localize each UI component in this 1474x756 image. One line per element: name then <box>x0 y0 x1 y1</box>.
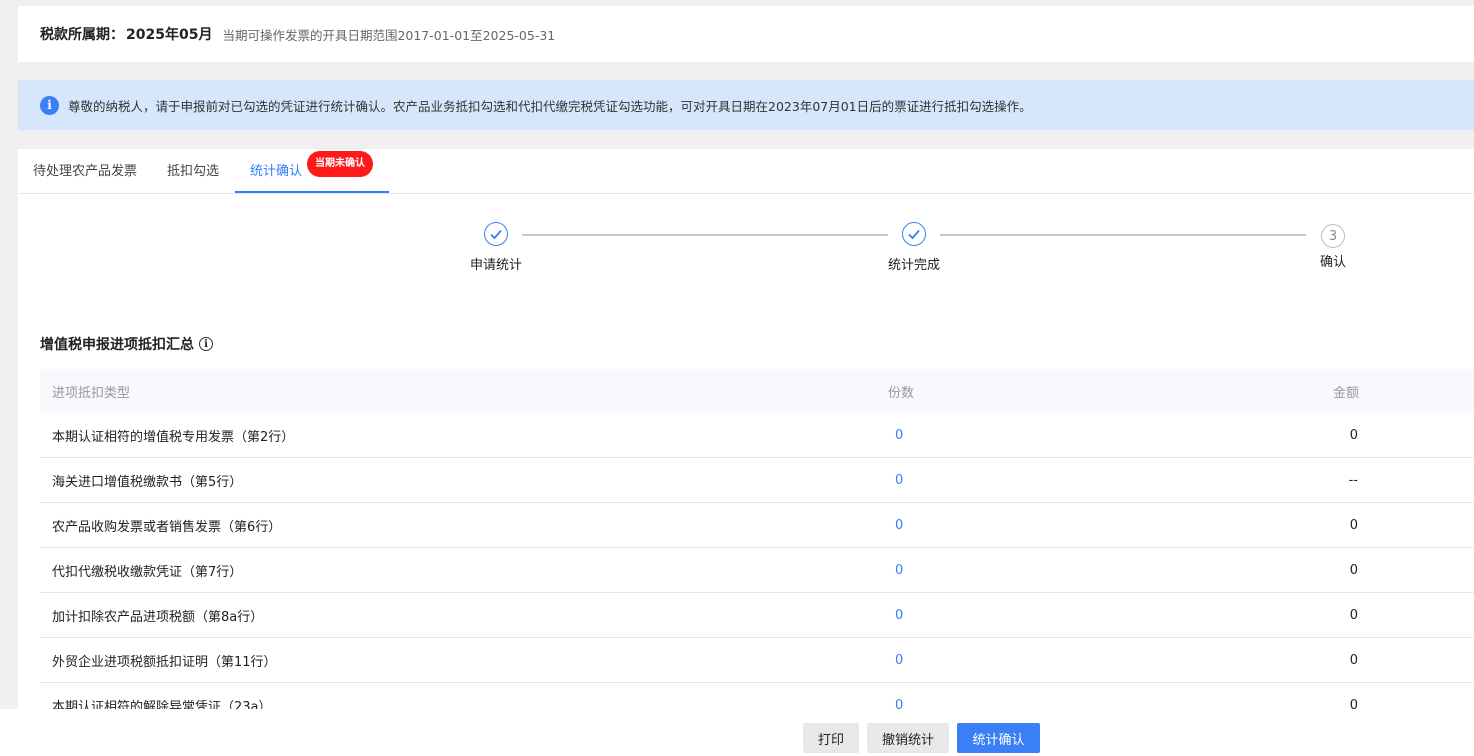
unconfirmed-badge: 当期未确认 <box>307 151 373 177</box>
step-3-label: 确认 <box>1319 255 1346 270</box>
footer-action-bar: 打印 撤销统计 统计确认 <box>0 709 1474 756</box>
table-row: 本期认证相符的增值税专用发票（第2行） 0 0 <box>40 413 1474 458</box>
tab-bar: 待处理农产品发票 抵扣勾选 统计确认 当期未确认 <box>18 149 1474 194</box>
period-bar: 税款所属期： 2025年05月 当期可操作发票的开具日期范围2017-01-01… <box>18 6 1474 62</box>
progress-steps: 3 申请统计 统计完成 确认 <box>18 194 1474 294</box>
row-type: 加计扣除农产品进项税额（第8a行） <box>52 609 264 625</box>
step-2-check-icon <box>902 222 926 246</box>
period-note: 当期可操作发票的开具日期范围2017-01-01至2025-05-31 <box>222 27 556 43</box>
stat-confirm-button[interactable]: 统计确认 <box>957 723 1040 753</box>
row-amount: -- <box>1348 472 1358 488</box>
undo-stat-button[interactable]: 撤销统计 <box>867 723 949 753</box>
deduction-summary-table: 进项抵扣类型 份数 金额 本期认证相符的增值税专用发票（第2行） 0 0 海关进… <box>40 369 1474 728</box>
step-1-check-icon <box>484 222 508 246</box>
tab-deduction-select[interactable]: 抵扣勾选 <box>167 149 219 193</box>
info-circle-icon[interactable]: i <box>199 337 213 351</box>
row-count-link[interactable]: 0 <box>790 473 1160 488</box>
info-banner: i 尊敬的纳税人，请于申报前对已勾选的凭证进行统计确认。农产品业务抵扣勾选和代扣… <box>18 80 1474 130</box>
row-count-link[interactable]: 0 <box>790 428 1160 443</box>
row-count-link[interactable]: 0 <box>790 608 1160 623</box>
table-row: 代扣代缴税收缴款凭证（第7行） 0 0 <box>40 548 1474 593</box>
row-amount: 0 <box>1349 607 1358 623</box>
section-title-text: 增值税申报进项抵扣汇总 <box>40 337 194 353</box>
header-amount: 金额 <box>1332 385 1359 401</box>
period-label: 税款所属期： <box>40 27 124 43</box>
row-count-link[interactable]: 0 <box>790 653 1160 668</box>
table-header: 进项抵扣类型 份数 金额 <box>40 369 1474 413</box>
step-1-label: 申请统计 <box>469 258 522 273</box>
tab-pending-agri-invoices[interactable]: 待处理农产品发票 <box>33 149 137 193</box>
print-button[interactable]: 打印 <box>803 723 859 753</box>
row-type: 代扣代缴税收缴款凭证（第7行） <box>52 564 243 580</box>
table-row: 海关进口增值税缴款书（第5行） 0 -- <box>40 458 1474 503</box>
row-amount: 0 <box>1349 427 1358 443</box>
row-amount: 0 <box>1349 652 1358 668</box>
period-value: 2025年05月 <box>126 27 213 43</box>
row-amount: 0 <box>1349 517 1358 533</box>
row-type: 海关进口增值税缴款书（第5行） <box>52 474 243 490</box>
table-row: 外贸企业进项税额抵扣证明（第11行） 0 0 <box>40 638 1474 683</box>
step-3-number: 3 <box>1321 224 1345 248</box>
row-type: 农产品收购发票或者销售发票（第6行） <box>52 519 282 535</box>
step-connector-1 <box>522 234 888 236</box>
row-count-link[interactable]: 0 <box>790 518 1160 533</box>
table-row: 加计扣除农产品进项税额（第8a行） 0 0 <box>40 593 1474 638</box>
step-connector-2 <box>940 234 1306 236</box>
info-text: 尊敬的纳税人，请于申报前对已勾选的凭证进行统计确认。农产品业务抵扣勾选和代扣代缴… <box>68 98 1032 114</box>
header-type: 进项抵扣类型 <box>52 385 131 401</box>
main-panel: 待处理农产品发票 抵扣勾选 统计确认 当期未确认 3 申请统计 统计完成 确认 … <box>18 149 1474 728</box>
step-2-label: 统计完成 <box>887 258 940 273</box>
header-count: 份数 <box>888 385 915 401</box>
row-amount: 0 <box>1349 562 1358 578</box>
row-type: 外贸企业进项税额抵扣证明（第11行） <box>52 654 277 670</box>
row-count-link[interactable]: 0 <box>790 563 1160 578</box>
table-row: 农产品收购发票或者销售发票（第6行） 0 0 <box>40 503 1474 548</box>
row-type: 本期认证相符的增值税专用发票（第2行） <box>52 429 295 445</box>
section-title: 增值税申报进项抵扣汇总 i <box>40 334 213 354</box>
info-icon: i <box>40 95 59 115</box>
